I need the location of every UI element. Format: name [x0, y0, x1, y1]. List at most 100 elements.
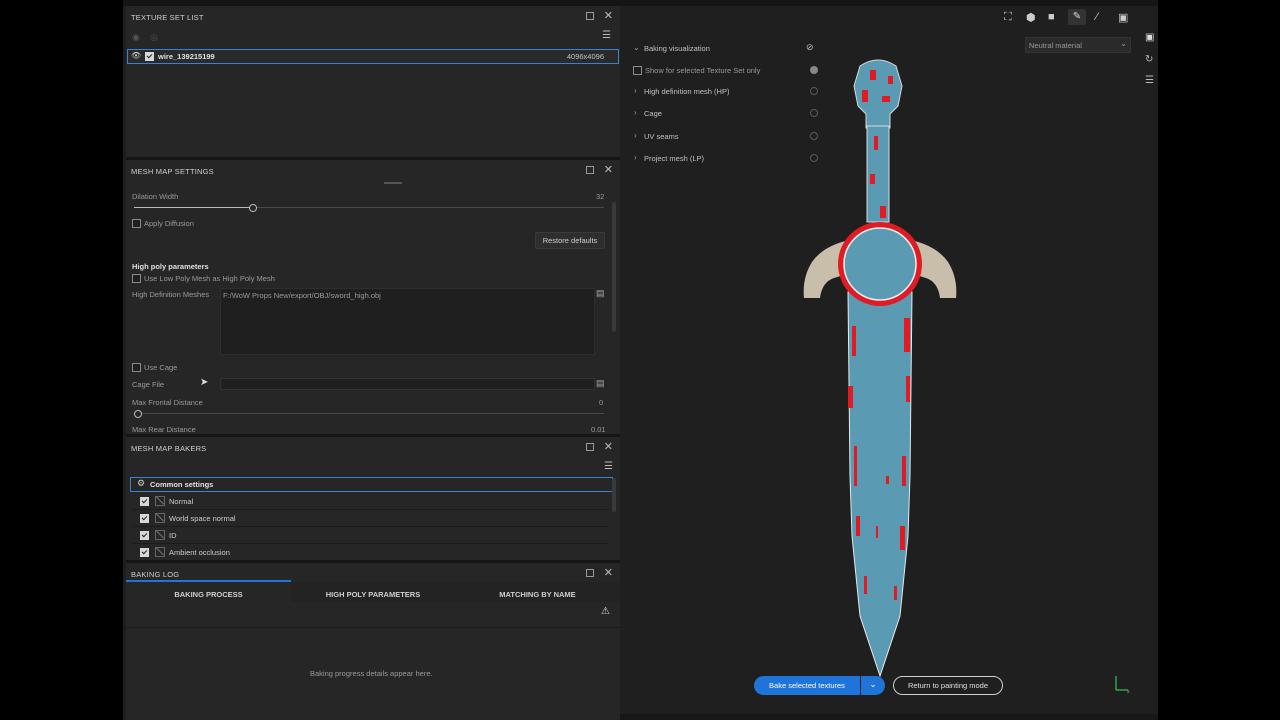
return-to-painting-button[interactable]: Return to painting mode	[893, 676, 1003, 695]
close-icon[interactable]: ✕	[604, 9, 613, 22]
chevron-right-icon[interactable]: ›	[634, 153, 637, 162]
camera-screenshot-icon[interactable]: ▣	[1118, 11, 1128, 24]
baker-label: Ambient occlusion	[169, 548, 230, 557]
hd-meshes-field[interactable]: F:/WoW Props New/export/OBJ/sword_high.o…	[220, 288, 595, 355]
panel-title: MESH MAP SETTINGS	[131, 167, 214, 176]
scroll-grip[interactable]	[384, 182, 402, 184]
panel-title: BAKING LOG	[131, 570, 180, 579]
max-frontal-value: 0	[599, 398, 604, 407]
slider-handle[interactable]	[248, 204, 257, 212]
svg-text:x: x	[1127, 689, 1130, 694]
texture-set-row[interactable]: 👁 wire_139215199 4096x4096	[127, 49, 619, 64]
material-select-value: Neutral material	[1029, 41, 1082, 50]
bake-selected-textures-button[interactable]: Bake selected textures	[754, 676, 860, 695]
close-icon[interactable]: ✕	[604, 566, 613, 579]
left-panels: TEXTURE SET LIST ✕ ◉ ◎ ☰ 👁 wire_13921519…	[126, 6, 620, 720]
scrollbar[interactable]	[612, 202, 616, 332]
baker-checkbox[interactable]	[140, 531, 149, 540]
common-settings-label: Common settings	[150, 480, 214, 489]
viewport-frame-icon[interactable]: ⛶	[1004, 11, 1012, 24]
map-icon	[155, 547, 165, 557]
close-icon[interactable]: ✕	[604, 163, 613, 176]
sword-collar-inner	[843, 227, 917, 301]
pin-icon[interactable]	[586, 569, 594, 577]
baker-label: World space normal	[169, 514, 236, 523]
chevron-down-icon[interactable]: ⌄	[633, 43, 640, 52]
max-frontal-label: Max Frontal Distance	[132, 398, 203, 407]
baker-row[interactable]: Ambient occlusion	[133, 544, 609, 561]
slider-handle[interactable]	[134, 410, 142, 418]
baking-log-empty-message: Baking progress details appear here.	[310, 669, 433, 678]
warning-icon[interactable]: ⚠	[601, 606, 610, 617]
pin-icon[interactable]	[586, 12, 594, 20]
visualization-item[interactable]: High definition mesh (HP)	[644, 87, 729, 96]
divider	[126, 627, 620, 628]
menu-icon[interactable]: ☰	[602, 30, 611, 41]
tab-baking-process[interactable]: BAKING PROCESS	[126, 580, 291, 602]
baker-row[interactable]: ID	[133, 527, 609, 544]
dilation-label: Dilation Width	[132, 192, 179, 201]
material-select[interactable]: Neutral material ⌄	[1025, 37, 1131, 53]
chevron-right-icon[interactable]: ›	[634, 108, 637, 117]
max-frontal-slider[interactable]	[134, 410, 604, 418]
baker-label: ID	[169, 531, 177, 540]
texture-set-list-header: TEXTURE SET LIST ✕	[126, 6, 620, 27]
cage-file-label: Cage File	[132, 380, 165, 389]
panel-title: TEXTURE SET LIST	[131, 13, 204, 22]
axis-gizmo-icon: x	[1115, 676, 1130, 694]
close-icon[interactable]: ✕	[604, 440, 613, 453]
tab-matching-by-name[interactable]: MATCHING BY NAME	[455, 580, 620, 602]
chevron-right-icon[interactable]: ›	[634, 86, 637, 95]
list-icon[interactable]: ☰	[1145, 75, 1154, 86]
visualization-item[interactable]: Project mesh (LP)	[644, 154, 704, 163]
hide-icon[interactable]: ⊘	[806, 42, 814, 53]
menu-icon[interactable]: ☰	[604, 461, 613, 472]
use-low-poly-checkbox[interactable]	[132, 274, 141, 283]
bake-options-dropdown[interactable]: ⌄	[861, 676, 885, 695]
apply-diffusion-checkbox[interactable]	[132, 219, 141, 228]
tab-high-poly-parameters[interactable]: HIGH POLY PARAMETERS	[291, 580, 455, 602]
visualization-item[interactable]: UV seams	[644, 132, 679, 141]
status-bar	[620, 714, 1158, 720]
eye-icon[interactable]: 👁	[131, 51, 141, 60]
mesh-map-bakers-header: MESH MAP BAKERS ✕	[126, 437, 620, 458]
panel-title: MESH MAP BAKERS	[131, 444, 207, 453]
max-rear-label: Max Rear Distance	[132, 425, 196, 434]
cube-icon[interactable]: ⬢	[1026, 11, 1036, 24]
cage-file-field[interactable]	[220, 378, 595, 390]
eye-icon[interactable]: ◎	[150, 32, 158, 43]
checkbox-icon[interactable]	[145, 52, 154, 61]
eye-icon[interactable]: ◉	[132, 32, 140, 43]
brush-icon[interactable]: ⁄	[1096, 11, 1098, 23]
file-icon[interactable]: ▤	[596, 378, 605, 389]
baker-checkbox[interactable]	[140, 497, 149, 506]
file-icon[interactable]: ▤	[596, 288, 605, 299]
chevron-right-icon[interactable]: ›	[634, 131, 637, 140]
pin-icon[interactable]	[586, 443, 594, 451]
camera-icon[interactable]: ■	[1048, 11, 1055, 23]
history-icon[interactable]: ↻	[1145, 54, 1153, 65]
settings-icon[interactable]: ▣	[1145, 32, 1154, 43]
show-selected-checkbox[interactable]	[633, 66, 642, 75]
use-cage-checkbox[interactable]	[132, 363, 141, 372]
app-window: TEXTURE SET LIST ✕ ◉ ◎ ☰ 👁 wire_13921519…	[123, 0, 1158, 720]
baker-row[interactable]: Normal	[133, 493, 609, 510]
pin-icon[interactable]	[586, 166, 594, 174]
texture-set-name: wire_139215199	[158, 52, 215, 61]
baking-visualization-title: Baking visualization	[644, 44, 710, 53]
sword-mesh[interactable]	[790, 56, 970, 681]
viewport[interactable]: ⛶ ⬢ ■ ✎ ⁄ ▣ Neutral material ⌄ ⌄ Baking …	[620, 6, 1158, 714]
show-selected-label: Show for selected Texture Set only	[645, 66, 761, 75]
baker-checkbox[interactable]	[140, 548, 149, 557]
scrollbar[interactable]	[612, 478, 616, 512]
high-poly-section-title: High poly parameters	[132, 262, 209, 271]
baker-checkbox[interactable]	[140, 514, 149, 523]
restore-defaults-button[interactable]: Restore defaults	[535, 232, 605, 249]
dilation-slider[interactable]	[134, 204, 604, 212]
visualization-item[interactable]: Cage	[644, 109, 662, 118]
baker-row[interactable]: World space normal	[133, 510, 609, 527]
bake-mode-icon[interactable]: ✎	[1068, 9, 1086, 25]
mouse-cursor-icon: ➤	[200, 377, 209, 388]
common-settings-row[interactable]: ⚙ Common settings	[130, 477, 613, 492]
hd-meshes-label: High Definition Meshes	[132, 290, 210, 299]
